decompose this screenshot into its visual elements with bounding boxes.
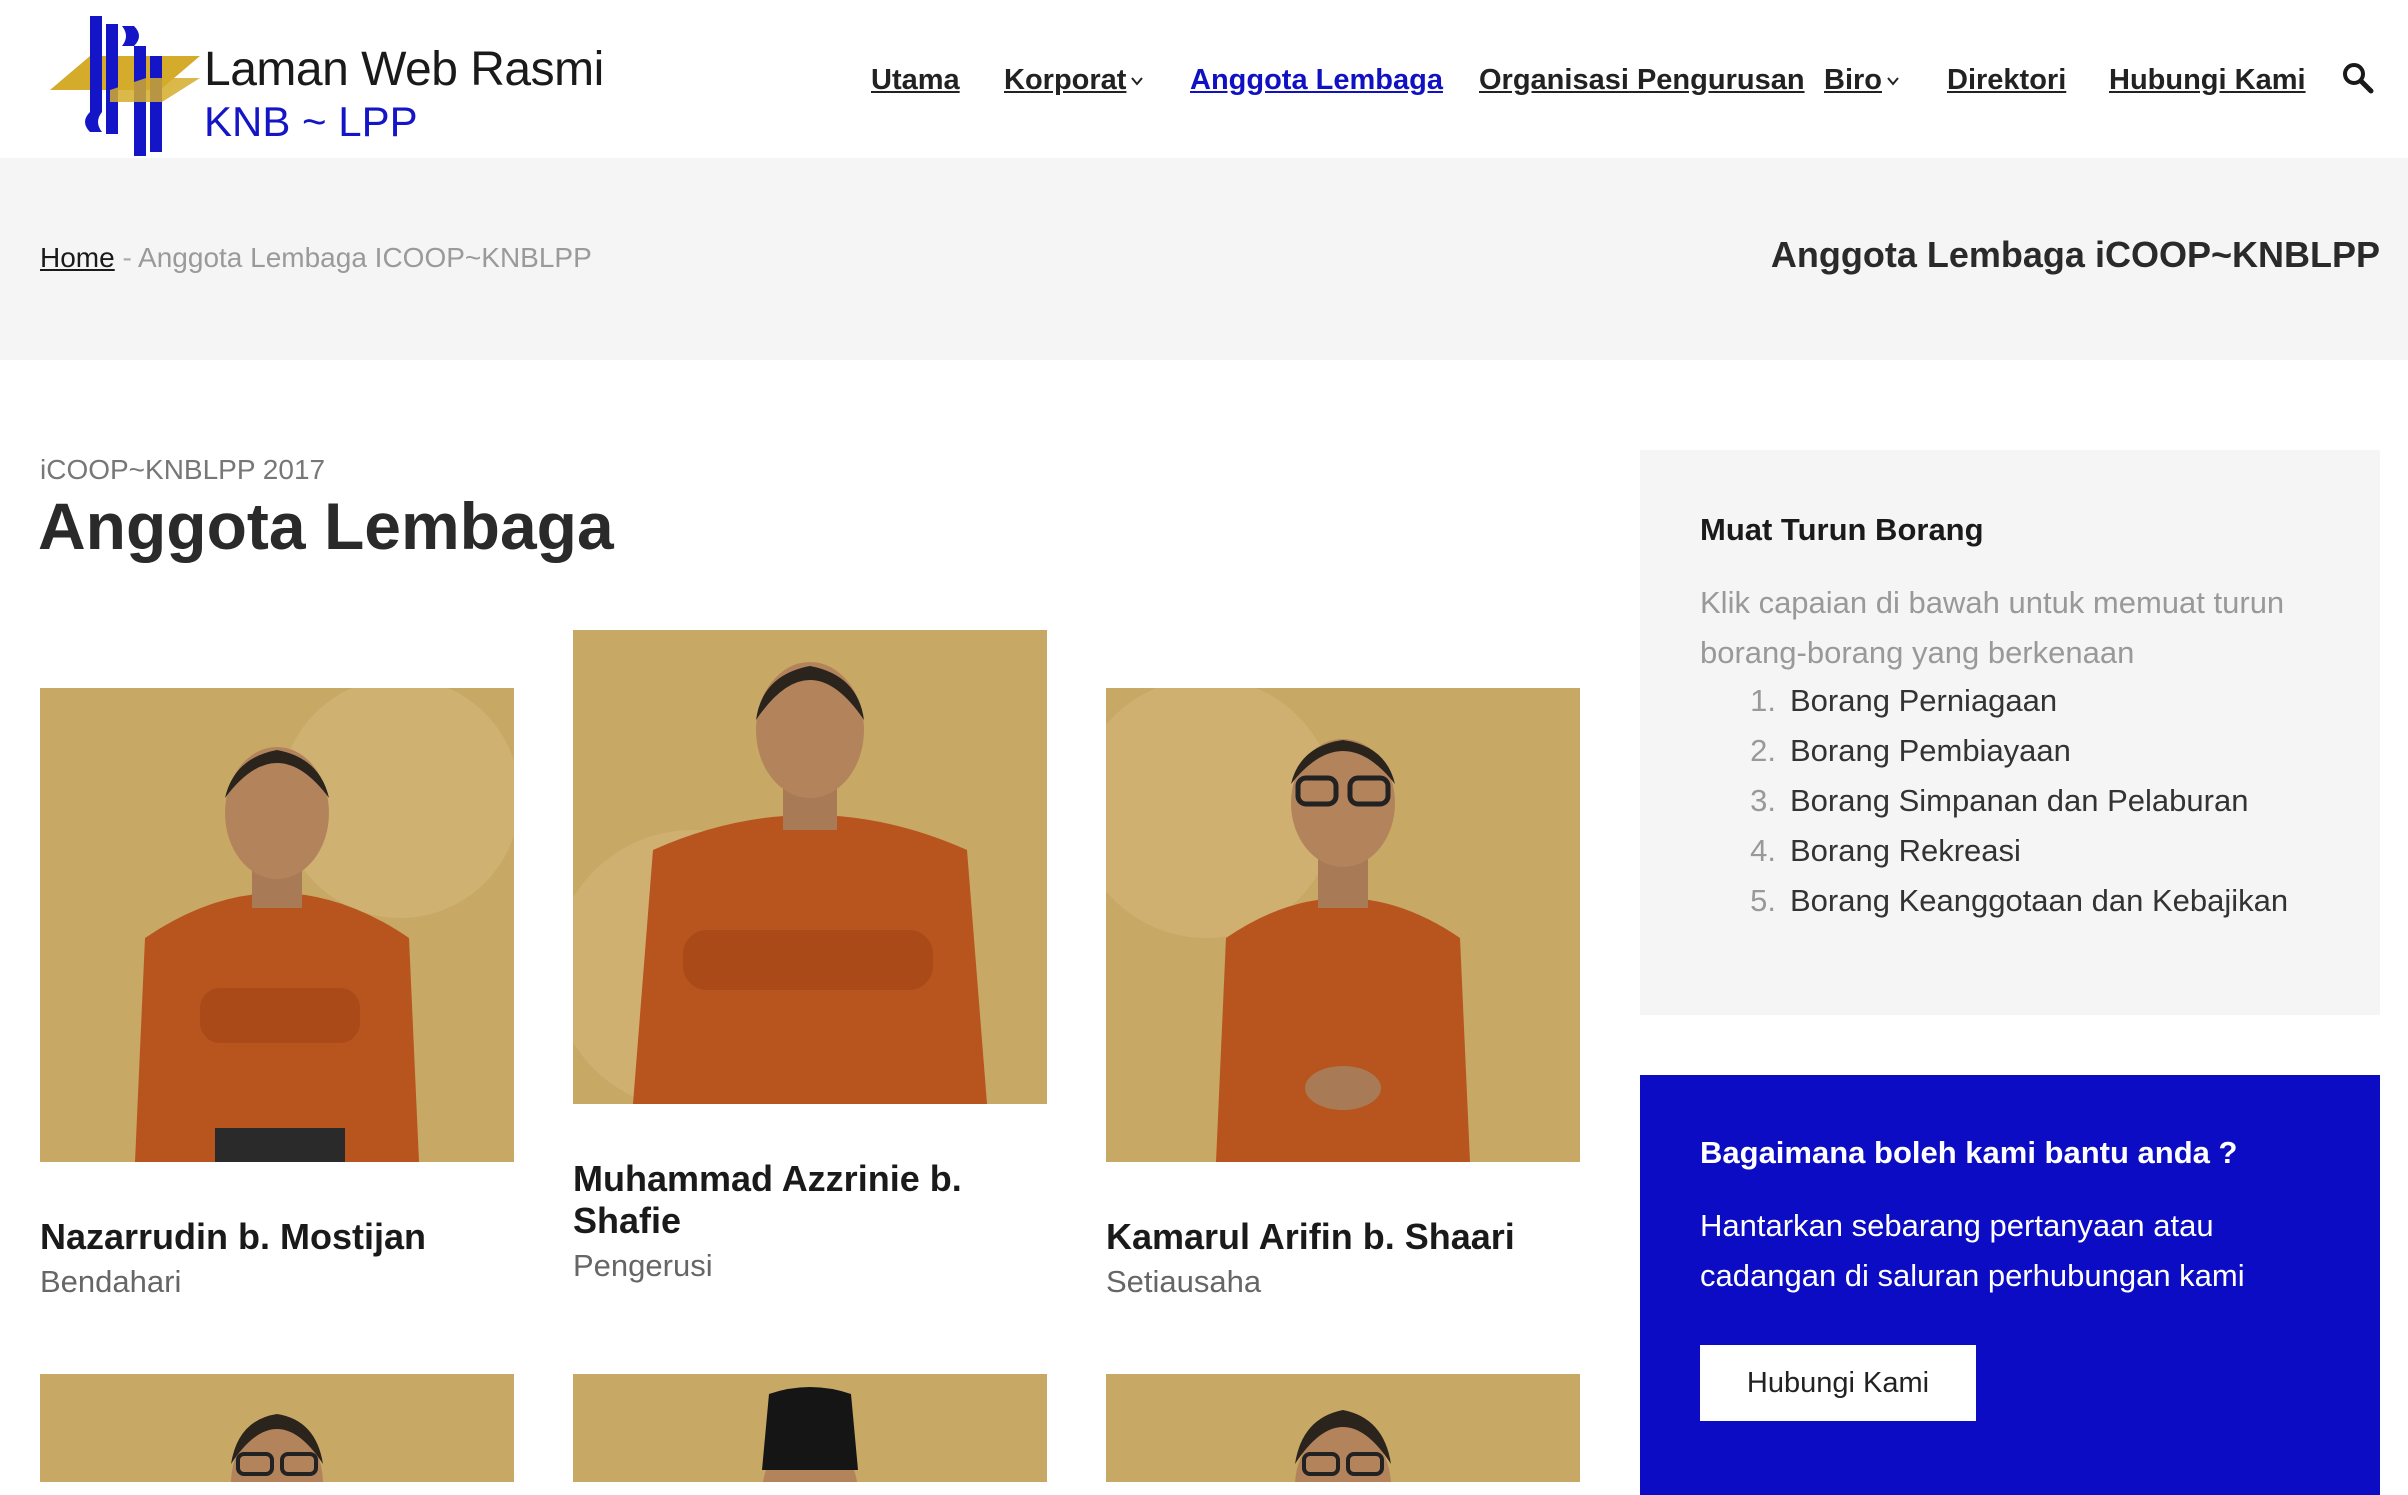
form-link-simpanan[interactable]: 3. Borang Simpanan dan Pelaburan <box>1736 776 2288 826</box>
nav-direktori[interactable]: Direktori <box>1947 60 2066 100</box>
form-label: Borang Keanggotaan dan Kebajikan <box>1790 883 2289 918</box>
nav-label: Utama <box>871 64 960 96</box>
person-portrait-icon <box>573 630 1047 1104</box>
form-label: Borang Pembiayaan <box>1790 733 2071 768</box>
nav-anggota-lembaga[interactable]: Anggota Lembaga <box>1190 60 1443 100</box>
member-role: Pengerusi <box>573 1248 713 1283</box>
member-photo <box>1106 688 1580 1162</box>
form-label: Borang Rekreasi <box>1790 833 2021 868</box>
nav-label: Korporat <box>1004 64 1127 96</box>
list-number: 5. <box>1750 883 1776 918</box>
page-header-band: Home - Anggota Lembaga ICOOP~KNBLPP Angg… <box>0 158 2408 360</box>
member-photo <box>1106 1374 1580 1482</box>
help-title: Bagaimana boleh kami bantu anda ? <box>1700 1135 2238 1170</box>
nav-label: Anggota Lembaga <box>1190 64 1443 96</box>
person-portrait-icon <box>40 688 514 1162</box>
nav-hubungi-kami[interactable]: Hubungi Kami <box>2109 60 2306 100</box>
list-number: 4. <box>1750 833 1776 868</box>
nav-korporat[interactable]: Korporat <box>1004 60 1144 100</box>
member-name: Kamarul Arifin b. Shaari <box>1106 1216 1515 1257</box>
member-photo <box>40 1374 514 1482</box>
page-kicker: iCOOP~KNBLPP 2017 <box>40 454 326 485</box>
widget-title: Muat Turun Borang <box>1700 512 1984 547</box>
widget-description: Klik capaian di bawah untuk memuat turun… <box>1700 585 2285 670</box>
form-link-perniagaan[interactable]: 1. Borang Perniagaan <box>1736 676 2288 726</box>
chevron-down-icon <box>1887 77 1899 86</box>
form-link-pembiayaan[interactable]: 2. Borang Pembiayaan <box>1736 726 2288 776</box>
member-name: Muhammad Azzrinie b. Shafie <box>573 1158 962 1241</box>
help-description: Hantarkan sebarang pertanyaan atau cadan… <box>1700 1208 2245 1293</box>
member-role: Setiausaha <box>1106 1264 1262 1299</box>
form-label: Borang Perniagaan <box>1790 683 2058 718</box>
breadcrumb: Home - Anggota Lembaga ICOOP~KNBLPP <box>40 240 592 276</box>
nav-label: Hubungi Kami <box>2109 64 2306 96</box>
nav-label: Biro <box>1824 64 1882 96</box>
nav-biro[interactable]: Biro <box>1824 60 1900 100</box>
breadcrumb-separator: - <box>114 242 139 273</box>
member-photo <box>573 630 1047 1104</box>
form-link-keanggotaan[interactable]: 5. Borang Keanggotaan dan Kebajikan <box>1736 876 2288 926</box>
nav-label: Direktori <box>1947 64 2067 96</box>
form-link-rekreasi[interactable]: 4. Borang Rekreasi <box>1736 826 2288 876</box>
list-number: 2. <box>1750 733 1776 768</box>
logo-text: Laman Web Rasmi KNB ~ LPP <box>204 42 604 146</box>
search-icon[interactable] <box>2340 60 2376 96</box>
page-title: Anggota Lembaga <box>38 489 614 563</box>
member-role: Bendahari <box>40 1264 182 1299</box>
chevron-down-icon <box>1131 77 1144 86</box>
nav-label: Organisasi Pengurusan <box>1479 64 1805 96</box>
contact-us-button[interactable]: Hubungi Kami <box>1700 1345 1976 1421</box>
member-name: Nazarrudin b. Mostijan <box>40 1216 427 1257</box>
list-number: 1. <box>1750 683 1776 718</box>
logo-subtitle: KNB ~ LPP <box>204 98 418 145</box>
list-number: 3. <box>1750 783 1776 818</box>
forms-list: 1. Borang Perniagaan 2. Borang Pembiayaan … <box>1736 676 2288 926</box>
nav-organisasi-pengurusan[interactable]: Organisasi Pengurusan <box>1479 60 1805 100</box>
person-portrait-icon <box>1106 688 1580 1162</box>
person-portrait-icon <box>1106 1374 1580 1482</box>
band-title: Anggota Lembaga iCOOP~KNBLPP <box>1770 234 2380 275</box>
breadcrumb-home-link[interactable]: Home <box>40 242 115 273</box>
person-portrait-icon <box>573 1374 1047 1482</box>
breadcrumb-current: Anggota Lembaga ICOOP~KNBLPP <box>138 242 592 273</box>
help-widget: Bagaimana boleh kami bantu anda ? Hantar… <box>1640 1075 2380 1495</box>
logo-title: Laman Web Rasmi <box>204 43 604 96</box>
site-header: Laman Web Rasmi KNB ~ LPP Utama Korporat… <box>0 0 2408 158</box>
form-label: Borang Simpanan dan Pelaburan <box>1790 783 2249 818</box>
download-forms-widget: Muat Turun Borang Klik capaian di bawah … <box>1640 450 2380 1015</box>
member-photo <box>573 1374 1047 1482</box>
member-photo <box>40 688 514 1162</box>
person-portrait-icon <box>40 1374 514 1482</box>
nav-utama[interactable]: Utama <box>871 60 960 100</box>
knb-logo-icon <box>50 16 200 156</box>
